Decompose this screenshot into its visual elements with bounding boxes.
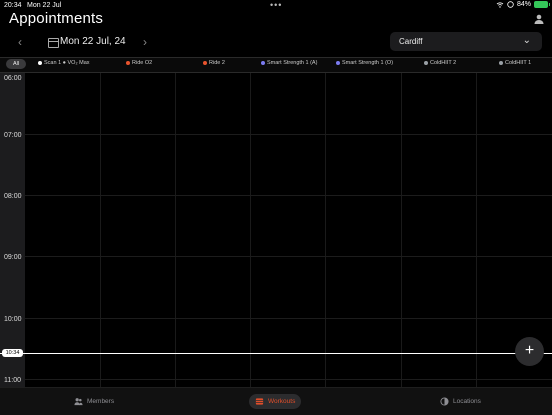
tab-ride-o2[interactable]: Ride O2 xyxy=(126,60,152,66)
chevron-down-icon: ⌄ xyxy=(522,35,531,46)
time-label: 10:00 xyxy=(4,316,22,323)
tab-label: Scan 1 ● VO₂ Max xyxy=(44,60,90,66)
battery-percent: 84% xyxy=(516,1,531,8)
tab-label: ColdHIIT 1 xyxy=(505,60,532,66)
tab-ride-2[interactable]: Ride 2 xyxy=(203,60,225,66)
tab-coldhiit-1[interactable]: ColdHIIT 1 xyxy=(499,60,531,66)
hour-divider xyxy=(25,256,552,257)
tab-smart-strength-a[interactable]: Smart Strength 1 (A) xyxy=(261,60,317,66)
nav-workouts[interactable]: Workouts xyxy=(249,394,302,409)
current-time-line xyxy=(0,353,552,354)
status-date: Mon 22 Jul xyxy=(27,2,62,9)
hour-divider xyxy=(25,134,552,135)
page-title: Appointments xyxy=(9,10,104,27)
time-label: 07:00 xyxy=(4,132,22,139)
tab-scan-vo2max[interactable]: Scan 1 ● VO₂ Max xyxy=(38,60,90,66)
column-divider xyxy=(175,73,176,387)
calendar-icon[interactable] xyxy=(48,38,59,48)
tab-label: All xyxy=(12,61,20,67)
tab-smart-strength-o[interactable]: Smart Strength 1 (O) xyxy=(336,60,393,66)
column-divider xyxy=(250,73,251,387)
status-dot xyxy=(336,61,340,65)
multitask-dots-icon[interactable]: ••• xyxy=(270,0,282,10)
previous-day-button[interactable]: ‹ xyxy=(18,35,22,49)
time-label: 06:00 xyxy=(4,75,22,82)
nav-locations[interactable]: Locations xyxy=(434,394,487,409)
status-time: 20:34 xyxy=(4,2,22,9)
column-divider xyxy=(100,73,101,387)
status-indicators: 84% xyxy=(496,1,550,8)
status-dot xyxy=(126,61,130,65)
status-dot xyxy=(424,61,428,65)
column-divider xyxy=(401,73,402,387)
nav-label: Members xyxy=(87,398,115,405)
tab-label: Smart Strength 1 (A) xyxy=(267,60,318,66)
profile-icon[interactable] xyxy=(533,13,545,25)
tab-label: Smart Strength 1 (O) xyxy=(342,60,394,66)
hour-divider xyxy=(25,195,552,196)
tab-label: ColdHIIT 2 xyxy=(430,60,457,66)
tab-coldhiit-2[interactable]: ColdHIIT 2 xyxy=(424,60,456,66)
workout-filter-tabs: All Scan 1 ● VO₂ Max Ride O2 Ride 2 Smar… xyxy=(0,57,552,73)
status-dot xyxy=(261,61,265,65)
hour-divider xyxy=(25,318,552,319)
members-icon xyxy=(74,398,83,406)
add-appointment-button[interactable]: + xyxy=(515,337,544,366)
time-column: 06:00 07:00 08:00 09:00 10:00 11:00 xyxy=(0,73,25,387)
tab-all[interactable]: All xyxy=(6,59,26,69)
next-day-button[interactable]: › xyxy=(143,35,147,49)
status-dot xyxy=(38,61,42,65)
current-time-badge: 10:34 xyxy=(2,349,23,357)
orientation-lock-icon xyxy=(507,1,514,8)
time-label: 11:00 xyxy=(4,377,21,384)
wifi-icon xyxy=(496,1,504,8)
tab-label: Ride O2 xyxy=(132,60,153,66)
time-label: 08:00 xyxy=(4,193,22,200)
schedule-area[interactable] xyxy=(25,73,552,387)
hour-divider xyxy=(25,379,552,380)
nav-members[interactable]: Members xyxy=(68,394,120,409)
column-divider xyxy=(476,73,477,387)
status-dot xyxy=(499,61,503,65)
tab-label: Ride 2 xyxy=(209,60,225,66)
location-value: Cardiff xyxy=(399,37,423,46)
column-divider xyxy=(325,73,326,387)
schedule-grid: 06:00 07:00 08:00 09:00 10:00 11:00 xyxy=(0,73,552,387)
nav-label: Workouts xyxy=(268,398,296,405)
battery-icon xyxy=(534,1,550,8)
time-label: 09:00 xyxy=(4,254,22,261)
location-dropdown[interactable]: Cardiff ⌄ xyxy=(390,32,542,51)
workouts-icon xyxy=(255,398,264,405)
selected-date[interactable]: Mon 22 Jul, 24 xyxy=(60,36,126,47)
bottom-navigation: Members Workouts Locations xyxy=(0,387,552,415)
locations-icon xyxy=(440,397,449,406)
status-dot xyxy=(203,61,207,65)
nav-label: Locations xyxy=(453,398,481,405)
